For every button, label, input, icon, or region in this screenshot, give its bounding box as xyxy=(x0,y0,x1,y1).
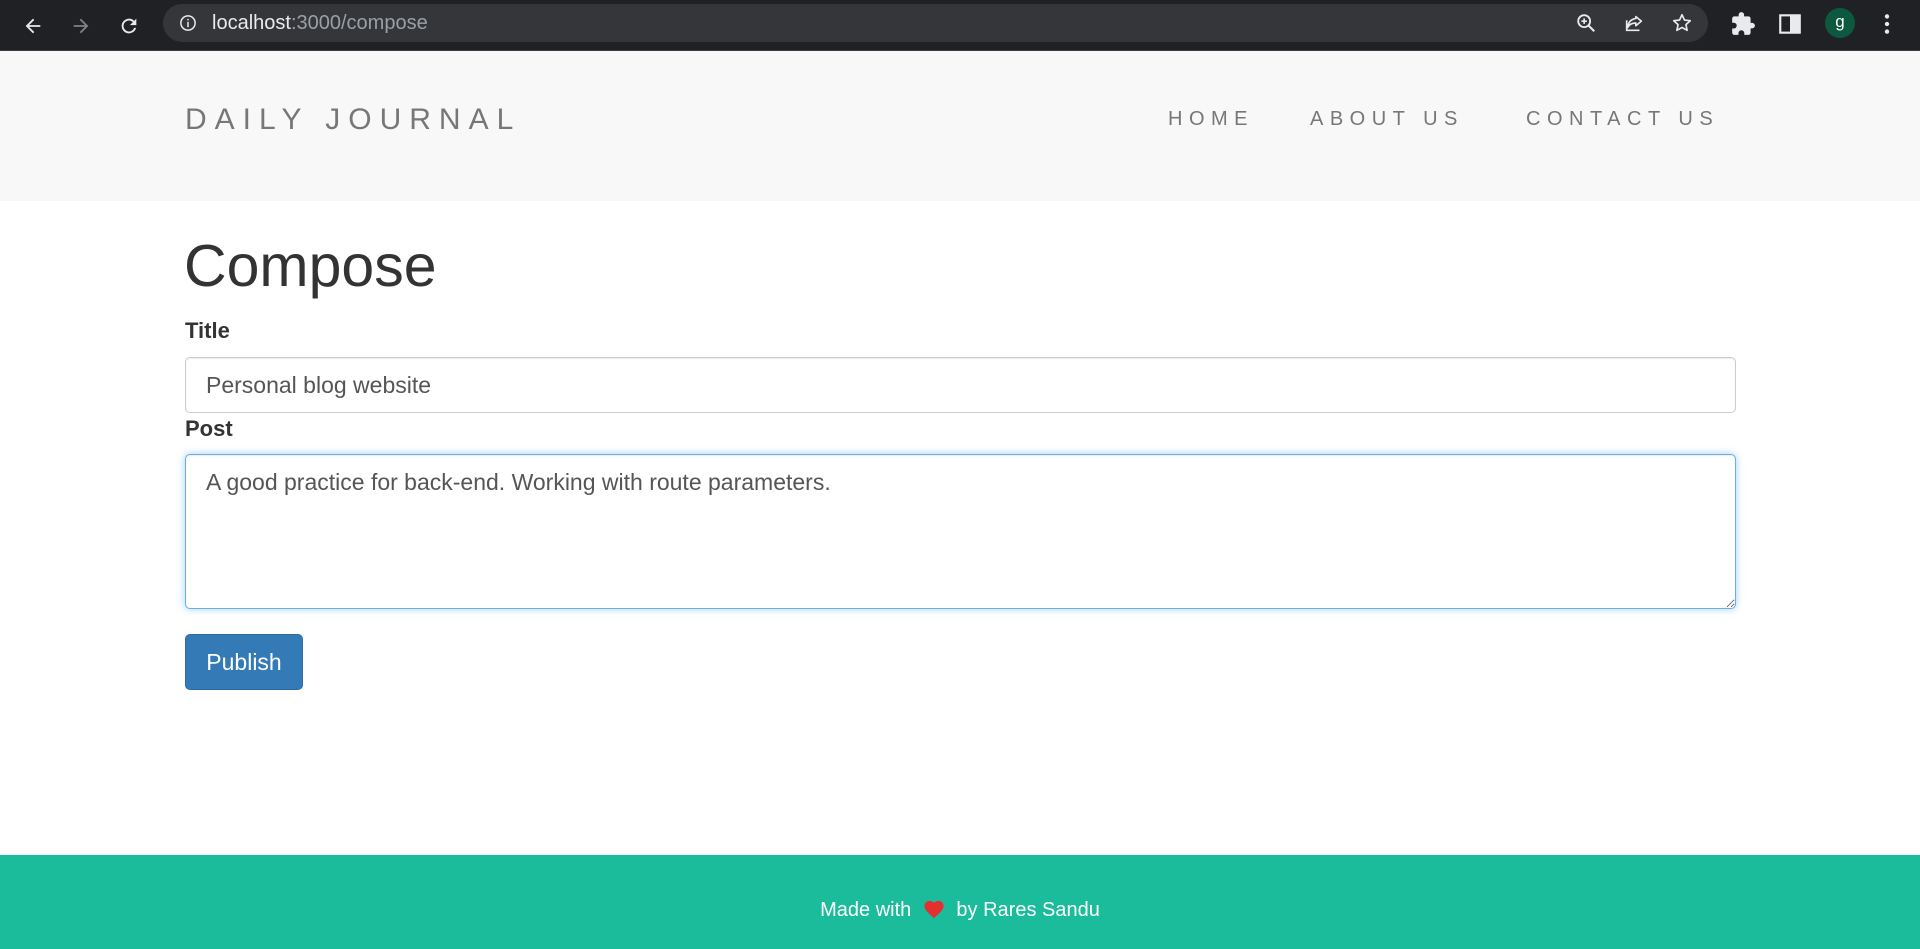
nav-home[interactable]: HOME xyxy=(1168,108,1254,131)
address-bar[interactable]: localhost:3000/compose xyxy=(163,4,1708,42)
reload-icon xyxy=(121,18,137,34)
browser-toolbar: localhost:3000/compose g xyxy=(0,0,1920,51)
title-label: Title xyxy=(185,318,230,343)
nav-about-us[interactable]: ABOUT US xyxy=(1310,108,1464,131)
footer-prefix: Made with xyxy=(820,899,912,921)
info-icon[interactable] xyxy=(179,14,197,32)
post-textarea[interactable]: A good practice for back-end. Working wi… xyxy=(185,454,1736,609)
url-path: :3000/compose xyxy=(290,12,428,34)
profile-avatar[interactable]: g xyxy=(1825,8,1855,38)
zoom-icon[interactable] xyxy=(1575,12,1597,34)
side-panel-icon[interactable] xyxy=(1777,11,1803,37)
footer-credit: Made with by Rares Sandu xyxy=(0,899,1920,922)
heart-icon xyxy=(924,900,944,919)
share-icon[interactable] xyxy=(1623,12,1645,34)
site-footer: Made with by Rares Sandu xyxy=(0,855,1920,949)
back-button[interactable] xyxy=(16,9,50,43)
puzzle-icon[interactable] xyxy=(1730,11,1756,37)
reload-button[interactable] xyxy=(112,9,146,43)
post-label: Post xyxy=(185,416,233,441)
forward-arrow-icon xyxy=(73,18,89,34)
nav-contact-us[interactable]: CONTACT US xyxy=(1526,108,1719,131)
url-host: localhost xyxy=(212,12,291,34)
star-icon[interactable] xyxy=(1671,12,1693,34)
title-input[interactable] xyxy=(185,357,1736,413)
footer-suffix: by Rares Sandu xyxy=(956,899,1100,921)
back-arrow-icon xyxy=(25,18,41,34)
kebab-menu-icon[interactable] xyxy=(1874,11,1900,37)
publish-button[interactable]: Publish xyxy=(185,634,303,690)
site-navbar: DAILY JOURNAL HOME ABOUT US CONTACT US xyxy=(0,51,1920,201)
url-text[interactable]: localhost:3000/compose xyxy=(212,13,428,33)
page-title: Compose xyxy=(184,233,437,299)
brand-logo[interactable]: DAILY JOURNAL xyxy=(185,103,521,137)
forward-button[interactable] xyxy=(64,9,98,43)
